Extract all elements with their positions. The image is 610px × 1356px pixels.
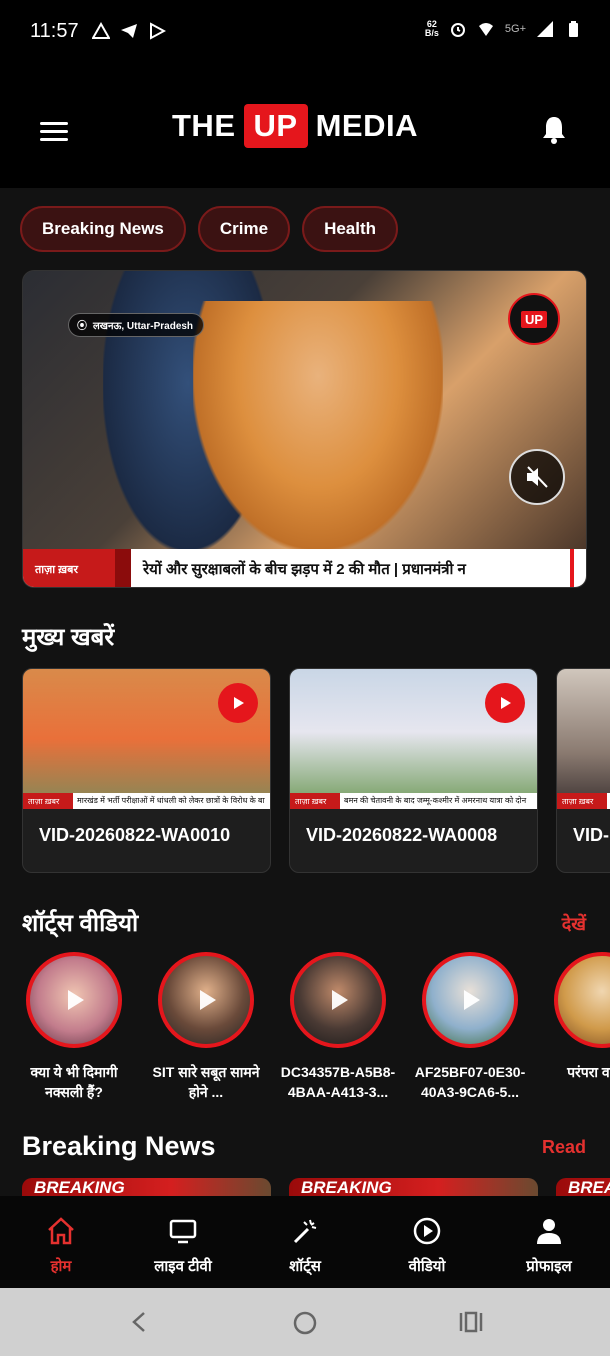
breaking-news-title: Breaking News bbox=[22, 1131, 216, 1161]
play-store-icon bbox=[150, 22, 166, 40]
channel-badge: UP bbox=[508, 293, 560, 345]
main-news-title: मुख्य खबरें bbox=[22, 624, 115, 651]
ticker-label: ताज़ा ख़बर bbox=[23, 549, 115, 587]
location-tag: लखनऊ, Uttar-Pradesh bbox=[68, 313, 205, 337]
video-card[interactable]: ताज़ा ख़बर मारखंड में भर्ती परीक्षाओं मे… bbox=[22, 668, 271, 873]
network-speed: 62 B/s bbox=[424, 19, 439, 38]
video-title: VID-20260822-WA0010 bbox=[39, 825, 231, 845]
hamburger-menu-icon[interactable] bbox=[40, 122, 68, 142]
chip-health[interactable]: Health bbox=[302, 206, 399, 252]
short-thumbnail bbox=[554, 952, 610, 1048]
telegram-icon bbox=[121, 24, 137, 38]
nav-videos[interactable]: वीडियो bbox=[366, 1196, 488, 1288]
bottom-navigation: होम लाइव टीवी शॉर्ट्स वीडियो प्रोफाइल bbox=[0, 1196, 610, 1288]
magic-wand-icon bbox=[293, 1219, 317, 1244]
short-thumbnail bbox=[26, 952, 122, 1048]
play-icon bbox=[200, 990, 216, 1010]
video-card[interactable]: ताज़ा ख़बर VID- bbox=[556, 668, 610, 873]
short-item[interactable]: AF25BF07-0E30-40A3-9CA6-5... bbox=[414, 952, 526, 1102]
home-icon bbox=[48, 1217, 74, 1245]
chip-crime[interactable]: Crime bbox=[197, 206, 291, 252]
wifi-call-icon bbox=[478, 23, 493, 36]
shorts-view-all-link[interactable]: देखें bbox=[562, 912, 586, 936]
speaker-muted-icon bbox=[527, 466, 548, 488]
app-header: THE UP MEDIA bbox=[0, 70, 610, 188]
back-icon[interactable] bbox=[128, 1310, 150, 1334]
nav-profile[interactable]: प्रोफाइल bbox=[488, 1196, 610, 1288]
battery-icon bbox=[569, 21, 578, 37]
alarm-icon bbox=[450, 23, 465, 37]
hero-image-speaker bbox=[193, 301, 443, 551]
nav-shorts[interactable]: शॉर्ट्स bbox=[244, 1196, 366, 1288]
video-thumbnail bbox=[557, 669, 610, 809]
play-icon bbox=[68, 990, 84, 1010]
short-label: SIT सारे सबूत सामने होने ... bbox=[152, 1064, 260, 1100]
app-logo: THE UP MEDIA bbox=[172, 104, 418, 148]
short-label: DC34357B-A5B8-4BAA-A413-3... bbox=[280, 1064, 396, 1100]
nav-live-tv[interactable]: लाइव टीवी bbox=[122, 1196, 244, 1288]
breaking-read-link[interactable]: Read bbox=[542, 1137, 586, 1158]
play-icon bbox=[501, 697, 511, 709]
ticker-text: रेयों और सुरक्षाबलों के बीच झड़प में 2 क… bbox=[143, 561, 466, 578]
recents-icon[interactable] bbox=[458, 1310, 484, 1334]
shorts-title: शॉर्ट्स वीडियो bbox=[22, 910, 139, 937]
breaking-news-row: BREAKING BREAKING BREAKING bbox=[22, 1178, 610, 1196]
category-chips: Breaking News Crime Health bbox=[20, 206, 399, 252]
nav-home[interactable]: होम bbox=[0, 1196, 122, 1288]
short-label: परंपरा वह नय bbox=[567, 1064, 610, 1080]
main-content: Breaking News Crime Health लखनऊ, Uttar-P… bbox=[0, 188, 610, 1196]
mute-button[interactable] bbox=[509, 449, 565, 505]
play-icon bbox=[332, 990, 348, 1010]
shorts-row: क्या ये भी दिमागी नक्सली हैं? SIT सारे स… bbox=[18, 952, 610, 1102]
chip-breaking-news[interactable]: Breaking News bbox=[20, 206, 186, 252]
short-item[interactable]: क्या ये भी दिमागी नक्सली हैं? bbox=[18, 952, 130, 1102]
short-thumbnail bbox=[290, 952, 386, 1048]
person-icon bbox=[537, 1219, 561, 1244]
network-type: 5G+ bbox=[504, 23, 526, 35]
notification-bell-icon[interactable] bbox=[540, 114, 568, 146]
play-icon bbox=[234, 697, 244, 709]
play-button[interactable] bbox=[218, 683, 258, 723]
breaking-card[interactable]: BREAKING bbox=[289, 1178, 538, 1196]
status-bar: 11:57 62 B/s 5G+ bbox=[0, 0, 610, 70]
play-button[interactable] bbox=[485, 683, 525, 723]
short-label: क्या ये भी दिमागी नक्सली हैं? bbox=[30, 1064, 118, 1100]
warning-icon bbox=[92, 22, 110, 39]
breaking-card[interactable]: BREAKING bbox=[556, 1178, 610, 1196]
news-ticker: ताज़ा ख़बर रेयों और सुरक्षाबलों के बीच झ… bbox=[23, 549, 586, 587]
signal-icon bbox=[537, 21, 553, 37]
short-thumbnail bbox=[158, 952, 254, 1048]
video-card[interactable]: ताज़ा ख़बर बमन की चेतावनी के बाद जम्मू-क… bbox=[289, 668, 538, 873]
short-thumbnail bbox=[422, 952, 518, 1048]
tv-icon bbox=[169, 1219, 197, 1244]
video-title: VID-20260822-WA0008 bbox=[306, 825, 498, 845]
short-item[interactable]: परंपरा वह नय bbox=[546, 952, 610, 1102]
hero-live-video[interactable]: लखनऊ, Uttar-Pradesh UP ताज़ा ख़बर रेयों … bbox=[22, 270, 587, 588]
video-title: VID- bbox=[573, 825, 609, 845]
play-circle-icon bbox=[413, 1217, 441, 1245]
short-item[interactable]: SIT सारे सबूत सामने होने ... bbox=[150, 952, 262, 1102]
home-circle-icon[interactable] bbox=[292, 1310, 318, 1336]
breaking-card[interactable]: BREAKING bbox=[22, 1178, 271, 1196]
play-icon bbox=[464, 990, 480, 1010]
system-navigation-bar bbox=[0, 1288, 610, 1356]
short-label: AF25BF07-0E30-40A3-9CA6-5... bbox=[414, 1064, 526, 1100]
short-item[interactable]: DC34357B-A5B8-4BAA-A413-3... bbox=[281, 952, 395, 1102]
main-news-row: ताज़ा ख़बर मारखंड में भर्ती परीक्षाओं मे… bbox=[22, 668, 610, 873]
status-time: 11:57 bbox=[30, 20, 79, 42]
